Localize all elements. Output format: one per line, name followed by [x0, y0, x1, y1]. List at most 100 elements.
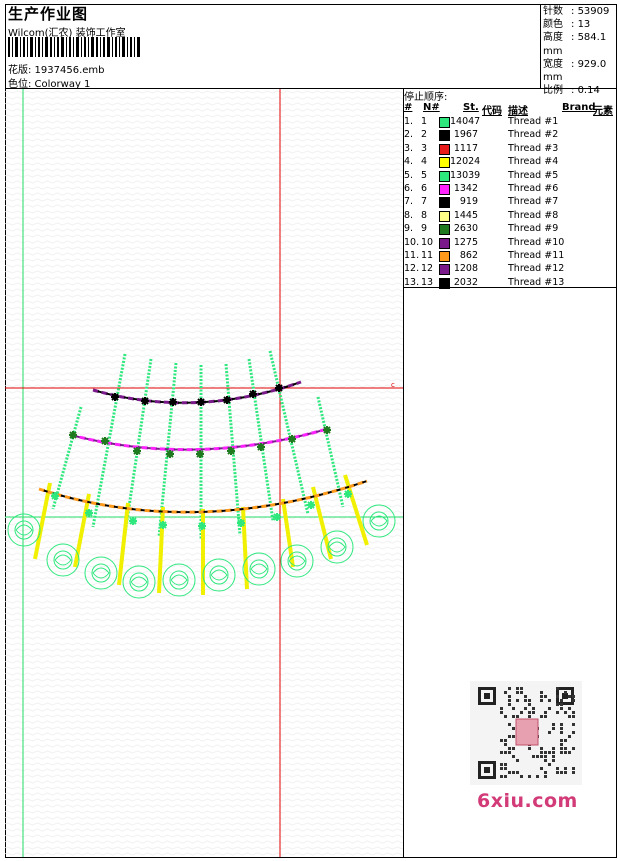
design-file-label: 花版: 1937456.emb: [8, 65, 105, 76]
thread-color-swatch: [439, 117, 450, 128]
cross-marker: [249, 390, 257, 398]
thread-stitch-count: 13039: [450, 169, 481, 181]
guide-marker: c: [391, 381, 395, 389]
col-brand: Brand: [562, 102, 596, 113]
thread-number: 7: [421, 196, 428, 208]
thread-row: 5. 5 13039 Thread #5: [404, 170, 614, 183]
cross-marker: [169, 398, 177, 406]
thread-index: 6.: [404, 183, 414, 194]
thread-row: 12. 12 1208 Thread #12: [404, 263, 614, 276]
thread-index: 13.: [404, 276, 420, 288]
cross-marker: [344, 490, 352, 498]
thread-number: 5: [421, 169, 428, 181]
cross-marker: [197, 398, 205, 406]
thread-number: 1: [421, 116, 428, 127]
thread-stitch-count: 919: [459, 196, 478, 208]
thread-number: 12: [421, 263, 434, 275]
thread-number: 8: [421, 209, 428, 221]
cross-marker: [307, 501, 315, 509]
thread-index: 12.: [404, 263, 420, 275]
thread-description: Thread #3: [508, 142, 559, 154]
thread-description: Thread #5: [508, 169, 559, 181]
thread-description: Thread #10: [508, 236, 565, 248]
stop-sequence-label: 停止顺序:: [404, 92, 448, 103]
thread-index: 3.: [404, 142, 414, 154]
thread-description: Thread #1: [508, 116, 559, 127]
thread-description: Thread #8: [508, 209, 559, 221]
barcode-icon: [8, 37, 140, 57]
thread-row: 10. 10 1275 Thread #10: [404, 237, 614, 250]
cross-marker: [51, 492, 59, 500]
thread-stitch-count: 14047: [450, 116, 481, 127]
thread-index: 4.: [404, 156, 414, 168]
cross-marker: [129, 517, 137, 525]
thread-description: Thread #9: [508, 223, 559, 235]
cross-marker: [159, 521, 167, 529]
thread-number: 2: [421, 129, 428, 141]
col-description: 描述: [508, 106, 528, 117]
col-stitches: St.: [463, 102, 479, 113]
thread-index: 1.: [404, 116, 414, 127]
thread-row: 4. 4 12024 Thread #4: [404, 156, 614, 169]
thread-color-swatch: [439, 251, 450, 262]
design-stats: 针数: 53909 颜色: 13 高度: 584.1 mm 宽度: 929.0 …: [543, 5, 620, 97]
thread-number: 10: [421, 236, 434, 248]
cross-marker: [111, 393, 119, 401]
thread-index: 9.: [404, 223, 414, 235]
cross-marker: [133, 447, 141, 455]
thread-color-swatch: [439, 237, 450, 249]
thread-index: 11.: [404, 250, 420, 261]
col-number: N#: [423, 102, 440, 113]
qr-code-icon: [470, 681, 582, 785]
thread-color-swatch: [439, 170, 450, 182]
thread-description: Thread #11: [508, 250, 565, 261]
stat-width: 宽度: 929.0 mm: [543, 58, 607, 84]
thread-description: Thread #13: [508, 276, 565, 288]
thread-row: 2. 2 1967 Thread #2: [404, 129, 614, 142]
stat-scale: 比例: 0.14: [543, 85, 600, 97]
cross-marker: [257, 443, 265, 451]
thread-number: 13: [421, 276, 434, 288]
thread-number: 6: [421, 183, 428, 194]
cross-marker: [273, 513, 281, 521]
thread-row: 1. 1 14047 Thread #1: [404, 116, 614, 129]
thread-index: 2.: [404, 129, 414, 141]
thread-stitch-count: 12024: [450, 156, 481, 168]
thread-row: 11. 11 862 Thread #11: [404, 250, 614, 263]
thread-color-swatch: [439, 210, 450, 222]
stat-stitches: 针数: 53909: [543, 6, 610, 17]
stat-colors: 颜色: 13: [543, 19, 591, 31]
thread-stitch-count: 1275: [453, 236, 478, 248]
thread-color-swatch: [439, 184, 450, 195]
col-element: 元素: [593, 106, 613, 117]
cross-marker: [198, 522, 206, 530]
thread-stitch-count: 1342: [453, 183, 478, 194]
thread-color-swatch: [439, 157, 450, 169]
cross-marker: [323, 426, 331, 434]
thread-description: Thread #2: [508, 129, 559, 141]
cross-marker: [196, 450, 204, 458]
thread-number: 4: [421, 156, 428, 168]
cross-marker: [69, 431, 77, 439]
thread-stitch-count: 1967: [453, 129, 478, 141]
thread-stitch-count: 2032: [453, 276, 478, 288]
thread-row: 6. 6 1342 Thread #6: [404, 183, 614, 196]
thread-row: 9. 9 2630 Thread #9: [404, 223, 614, 236]
thread-number: 11: [421, 250, 434, 261]
thread-color-swatch: [439, 264, 450, 276]
thread-description: Thread #6: [508, 183, 559, 194]
thread-number: 9: [421, 223, 428, 235]
thread-index: 10.: [404, 236, 420, 248]
thread-index: 7.: [404, 196, 414, 208]
thread-number: 3: [421, 142, 428, 154]
thread-color-swatch: [439, 277, 450, 289]
cross-marker: [288, 435, 296, 443]
thread-stitch-count: 1445: [453, 209, 478, 221]
thread-row: 13. 13 2032 Thread #13: [404, 277, 614, 290]
cross-marker: [275, 384, 283, 392]
thread-index: 8.: [404, 209, 414, 221]
cross-marker: [101, 437, 109, 445]
cross-marker: [223, 396, 231, 404]
design-canvas: c: [5, 89, 403, 857]
thread-stitch-count: 1208: [453, 263, 478, 275]
